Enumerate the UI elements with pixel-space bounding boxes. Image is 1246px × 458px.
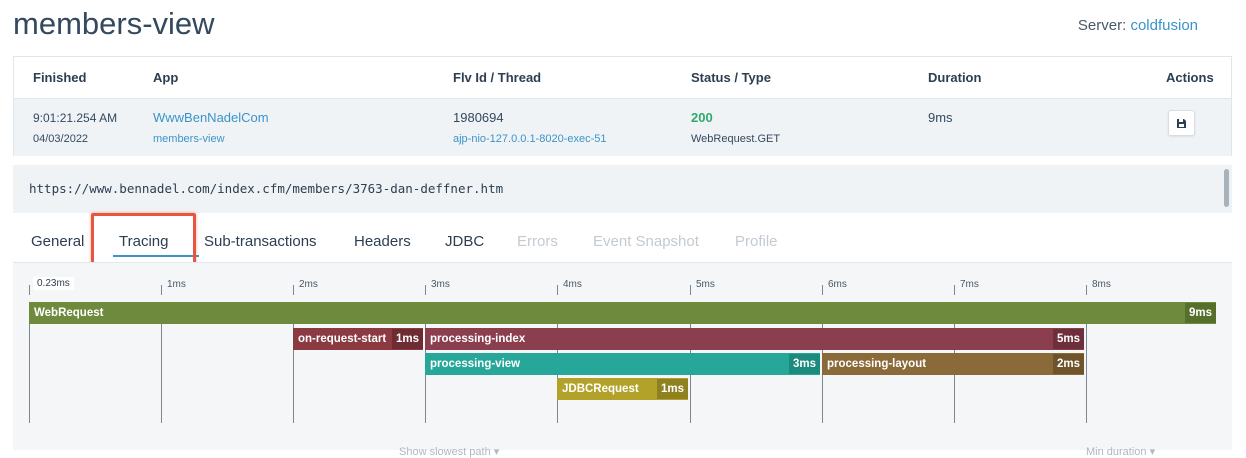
col-flv-thread: Flv Id / Thread (453, 70, 542, 85)
span-duration: 1ms (656, 379, 688, 399)
axis-tick-0 (29, 285, 30, 295)
span-label: processing-layout (827, 358, 927, 370)
span-label: on-request-start (298, 333, 387, 345)
axis-tick (425, 285, 426, 295)
duration-value: 9ms (928, 110, 953, 125)
span-on-request-start[interactable]: on-request-start 1ms (293, 328, 423, 350)
span-label: processing-index (430, 333, 526, 345)
tick-label: 6ms (828, 279, 847, 290)
flv-id: 1980694 (453, 110, 504, 125)
tick-label: 3ms (431, 279, 450, 290)
tick-label: 4ms (563, 279, 582, 290)
axis-tick (293, 285, 294, 295)
scale-label: 0.23ms (33, 277, 74, 290)
server-label: Server: (1077, 17, 1127, 34)
server-link[interactable]: coldfusion (1130, 17, 1198, 34)
grid-line (161, 323, 162, 423)
span-duration: 9ms (1184, 303, 1216, 323)
col-duration: Duration (928, 70, 982, 85)
span-label: processing-view (430, 358, 521, 370)
finished-time: 9:01:21.254 AM (33, 111, 118, 125)
tracing-timeline: 0.23ms Show slowest path ▾ Min duration … (13, 262, 1232, 458)
summary-header: Finished App Flv Id / Thread Status / Ty… (14, 57, 1231, 99)
span-jdbcrequest[interactable]: JDBCRequest 1ms (557, 378, 688, 400)
tick-label: 8ms (1092, 279, 1111, 290)
span-processing-layout[interactable]: processing-layout 2ms (822, 353, 1084, 375)
span-duration: 3ms (788, 354, 820, 374)
tab-event-snapshot: Event Snapshot (593, 233, 699, 250)
thread-link[interactable]: ajp-nio-127.0.0.1-8020-exec-51 (453, 133, 607, 145)
server-info: Server: coldfusion (1078, 17, 1198, 34)
app-view-link[interactable]: members-view (153, 133, 225, 145)
span-duration: 5ms (1052, 329, 1084, 349)
status-code: 200 (691, 110, 713, 125)
span-label: WebRequest (34, 307, 104, 319)
axis-tick (822, 285, 823, 295)
axis-tick (1086, 285, 1087, 295)
grid-line (1086, 323, 1087, 423)
save-button[interactable] (1168, 110, 1195, 136)
summary-table: Finished App Flv Id / Thread Status / Ty… (13, 56, 1232, 156)
tab-jdbc[interactable]: JDBC (445, 233, 484, 250)
tick-label: 2ms (299, 279, 318, 290)
span-webrequest[interactable]: WebRequest 9ms (29, 302, 1216, 324)
tick-label: 5ms (696, 279, 715, 290)
span-processing-view[interactable]: processing-view 3ms (425, 353, 820, 375)
tab-sub-transactions[interactable]: Sub-transactions (204, 233, 317, 250)
span-processing-index[interactable]: processing-index 5ms (425, 328, 1084, 350)
tab-errors: Errors (517, 233, 558, 250)
axis-tick (557, 285, 558, 295)
col-actions: Actions (1166, 70, 1214, 85)
save-icon (1177, 118, 1186, 128)
col-finished: Finished (33, 70, 87, 85)
tick-label: 7ms (960, 279, 979, 290)
app-name-link[interactable]: WwwBenNadelCom (153, 110, 269, 125)
axis-tick (954, 285, 955, 295)
show-slowest-path[interactable]: Show slowest path ▾ (399, 445, 499, 458)
span-duration: 2ms (1052, 354, 1084, 374)
page-title: members-view (13, 6, 215, 41)
grid-line-0 (29, 323, 30, 423)
min-duration[interactable]: Min duration ▾ (1086, 445, 1155, 458)
span-duration: 1ms (391, 329, 423, 349)
col-app: App (153, 70, 179, 85)
tick-label: 1ms (167, 279, 186, 290)
table-row: 9:01:21.254 AM 04/03/2022 WwwBenNadelCom… (14, 99, 1231, 156)
tab-general[interactable]: General (31, 233, 84, 250)
tracing-tab-highlight (91, 213, 196, 267)
request-type: WebRequest.GET (691, 133, 781, 145)
span-label: JDBCRequest (562, 383, 639, 395)
axis-tick (690, 285, 691, 295)
col-status-type: Status / Type (691, 70, 771, 85)
axis-tick (161, 285, 162, 295)
request-url: https://www.bennadel.com/index.cfm/membe… (29, 181, 504, 196)
tab-headers[interactable]: Headers (354, 233, 411, 250)
finished-date: 04/03/2022 (33, 133, 89, 145)
url-bar: https://www.bennadel.com/index.cfm/membe… (13, 165, 1232, 213)
tab-profile: Profile (735, 233, 778, 250)
url-scrollbar[interactable] (1224, 169, 1229, 207)
